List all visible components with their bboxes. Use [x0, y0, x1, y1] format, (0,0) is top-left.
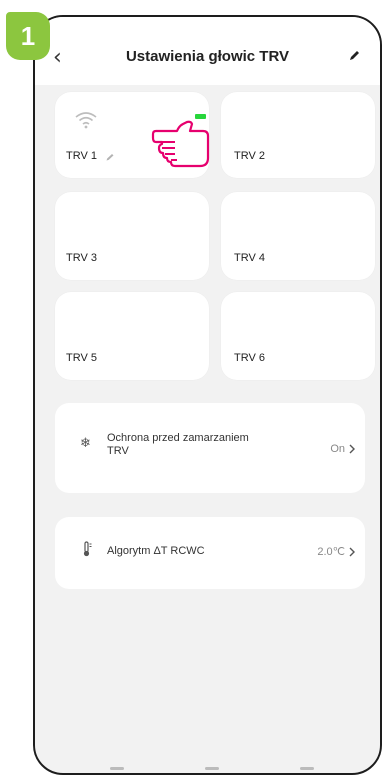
trv-tile-6[interactable]: TRV 6	[221, 292, 375, 380]
trv-tile-label: TRV 4	[234, 252, 265, 264]
app-header: ‹ Ustawienia głowic TRV	[35, 17, 380, 85]
pencil-icon[interactable]	[349, 49, 361, 61]
rcwc-algorithm-value: 2.0℃	[317, 546, 345, 558]
trv-tile-4[interactable]: TRV 4	[221, 192, 375, 280]
rcwc-algorithm-row[interactable]: Algorytm ΔT RCWC 2.0℃	[55, 517, 365, 589]
chevron-right-icon	[349, 444, 355, 454]
step-badge: 1	[6, 12, 50, 60]
battery-icon	[195, 114, 206, 119]
trv-tile-3[interactable]: TRV 3	[55, 192, 209, 280]
frost-protection-label: Ochrona przed zamarzaniem TRV	[107, 432, 249, 457]
trv-tile-2[interactable]: TRV 2	[221, 92, 375, 178]
rename-pencil-icon[interactable]	[106, 153, 115, 161]
snowflake-icon: ❄	[80, 436, 91, 451]
page-title: Ustawienia głowic TRV	[125, 48, 290, 65]
hand-pointer-icon	[151, 120, 210, 168]
thermometer-icon	[83, 541, 92, 557]
wifi-icon	[75, 112, 97, 129]
trv-tile-label: TRV 5	[66, 352, 97, 364]
trv-tile-label: TRV 3	[66, 252, 97, 264]
rcwc-algorithm-label: Algorytm ΔT RCWC	[107, 545, 205, 557]
trv-tile-label: TRV 1	[66, 150, 97, 162]
trv-tile-label: TRV 6	[234, 352, 265, 364]
bottom-nav-hint	[35, 761, 380, 773]
chevron-right-icon	[349, 547, 355, 557]
frost-protection-row[interactable]: ❄ Ochrona przed zamarzaniem TRV On	[55, 403, 365, 493]
frost-protection-value: On	[330, 443, 345, 455]
trv-tile-5[interactable]: TRV 5	[55, 292, 209, 380]
trv-tile-label: TRV 2	[234, 150, 265, 162]
